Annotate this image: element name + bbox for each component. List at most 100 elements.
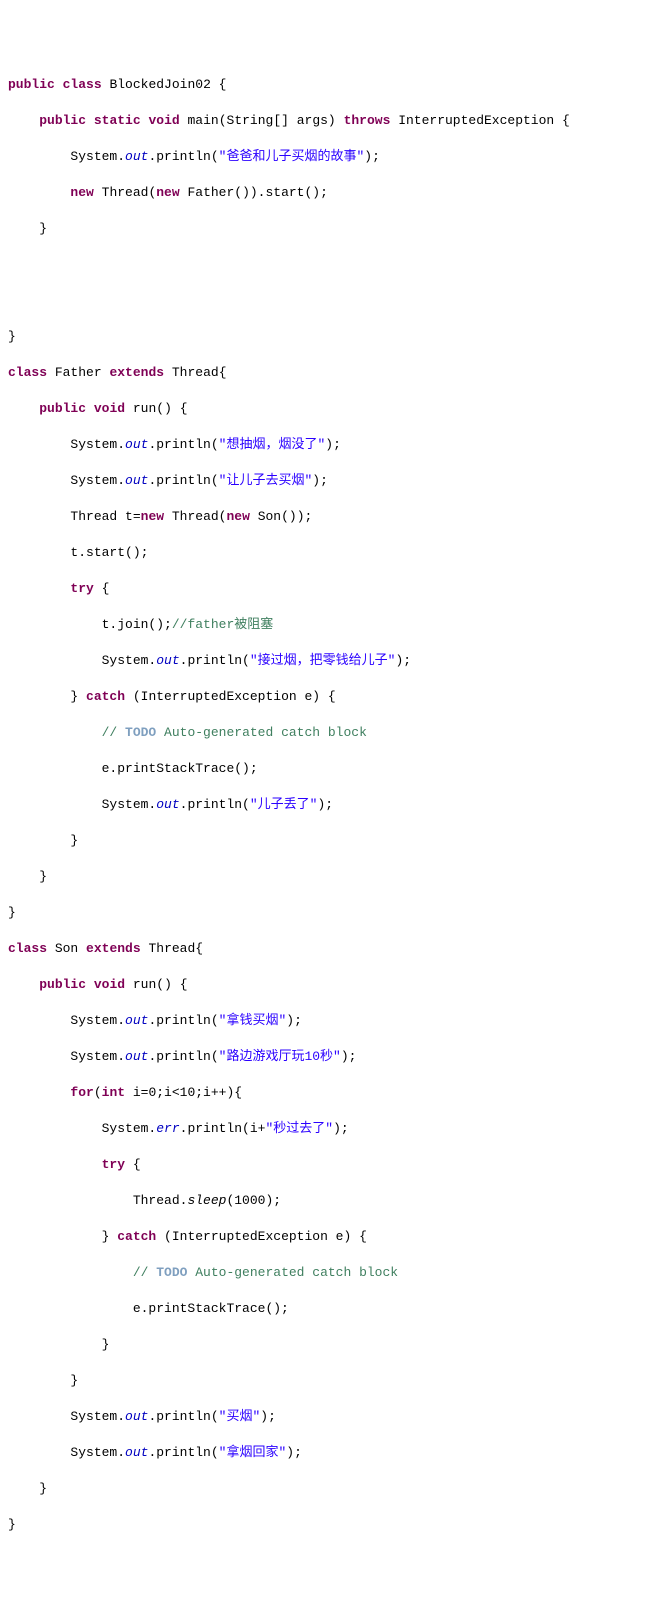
params: (String[] args) [219, 113, 336, 128]
code-line: public void run() { [8, 976, 655, 994]
field-out: out [125, 1013, 148, 1028]
keyword-try: try [70, 581, 93, 596]
code-line: try { [8, 580, 655, 598]
string-literal: "让儿子去买烟" [219, 473, 313, 488]
code-line: } catch (InterruptedException e) { [8, 688, 655, 706]
keyword-public: public [8, 77, 55, 92]
join-call: t.join(); [102, 617, 172, 632]
code-line: } [8, 220, 655, 238]
code-line: } [8, 1372, 655, 1390]
code-line: } [8, 328, 655, 346]
keyword-class: class [8, 365, 47, 380]
sys: System. [70, 1013, 125, 1028]
string-literal: "拿钱买烟" [219, 1013, 287, 1028]
keyword-int: int [102, 1085, 125, 1100]
close: ); [286, 1013, 302, 1028]
code-line: Thread t=new Thread(new Son()); [8, 508, 655, 526]
code-line: System.out.println("拿钱买烟"); [8, 1012, 655, 1030]
sys: System. [102, 1121, 157, 1136]
code-line [8, 292, 655, 310]
println: .println( [148, 149, 218, 164]
code-line: class Father extends Thread{ [8, 364, 655, 382]
method-name: run() [133, 977, 172, 992]
code-line: } [8, 868, 655, 886]
exception-type: InterruptedException [398, 113, 554, 128]
code-line: // TODO Auto-generated catch block [8, 1264, 655, 1282]
field-out: out [125, 149, 148, 164]
static-method: sleep [187, 1193, 226, 1208]
string-literal: "接过烟，把零钱给儿子" [250, 653, 396, 668]
string-literal: "秒过去了" [265, 1121, 333, 1136]
sys: System. [70, 1445, 125, 1460]
sys: System. [102, 653, 157, 668]
code-line: System.out.println("想抽烟，烟没了"); [8, 436, 655, 454]
close: ); [325, 437, 341, 452]
thread-ctor: Thread( [172, 509, 227, 524]
code-line: t.start(); [8, 544, 655, 562]
stacktrace: e.printStackTrace(); [102, 761, 258, 776]
catch-param: (InterruptedException e) [164, 1229, 351, 1244]
sys: System. [70, 149, 125, 164]
close: ); [286, 1445, 302, 1460]
string-literal: "想抽烟，烟没了" [219, 437, 326, 452]
code-line: // TODO Auto-generated catch block [8, 724, 655, 742]
close: ); [312, 473, 328, 488]
code-line: System.err.println(i+"秒过去了"); [8, 1120, 655, 1138]
close: ); [395, 653, 411, 668]
code-line: System.out.println("儿子丢了"); [8, 796, 655, 814]
code-line: System.out.println("爸爸和儿子买烟的故事"); [8, 148, 655, 166]
todo-tag: TODO [125, 725, 156, 740]
method-name: main [188, 113, 219, 128]
comment: // [102, 725, 125, 740]
sleep-arg: (1000); [226, 1193, 281, 1208]
for-cond: i=0;i<10;i++){ [125, 1085, 242, 1100]
keyword-class: class [63, 77, 102, 92]
stacktrace: e.printStackTrace(); [133, 1301, 289, 1316]
println: .println(i+ [180, 1121, 266, 1136]
code-line: } [8, 832, 655, 850]
code-line: class Son extends Thread{ [8, 940, 655, 958]
println: .println( [148, 1013, 218, 1028]
sys: System. [70, 437, 125, 452]
code-block: public class BlockedJoin02 { public stat… [8, 58, 655, 1552]
code-line: public void run() { [8, 400, 655, 418]
string-literal: "路边游戏厅玩10秒" [219, 1049, 341, 1064]
keyword-void: void [94, 401, 125, 416]
class-name: Father [55, 365, 102, 380]
sys: System. [70, 1049, 125, 1064]
todo-tag: TODO [156, 1265, 187, 1280]
field-out: out [125, 1049, 148, 1064]
code-line [8, 256, 655, 274]
sys: System. [70, 473, 125, 488]
code-line: } catch (InterruptedException e) { [8, 1228, 655, 1246]
field-out: out [125, 437, 148, 452]
keyword-extends: extends [86, 941, 141, 956]
close: ); [333, 1121, 349, 1136]
string-literal: "买烟" [219, 1409, 261, 1424]
thread-class: Thread. [133, 1193, 188, 1208]
comment: //father被阻塞 [172, 617, 273, 632]
keyword-catch: catch [86, 689, 125, 704]
son-call: Son()); [258, 509, 313, 524]
keyword-class: class [8, 941, 47, 956]
keyword-for: for [70, 1085, 93, 1100]
keyword-throws: throws [344, 113, 391, 128]
comment: Auto-generated catch block [187, 1265, 398, 1280]
close: ); [364, 149, 380, 164]
code-line: System.out.println("接过烟，把零钱给儿子"); [8, 652, 655, 670]
code-line: e.printStackTrace(); [8, 760, 655, 778]
keyword-new: new [156, 185, 179, 200]
code-line: System.out.println("买烟"); [8, 1408, 655, 1426]
code-line: } [8, 1516, 655, 1534]
comment: // [133, 1265, 156, 1280]
method-name: run() [133, 401, 172, 416]
field-out: out [125, 1409, 148, 1424]
code-line: System.out.println("路边游戏厅玩10秒"); [8, 1048, 655, 1066]
println: .println( [148, 473, 218, 488]
keyword-extends: extends [109, 365, 164, 380]
field-err: err [156, 1121, 179, 1136]
field-out: out [125, 473, 148, 488]
keyword-public: public [39, 113, 86, 128]
keyword-void: void [148, 113, 179, 128]
keyword-public: public [39, 401, 86, 416]
